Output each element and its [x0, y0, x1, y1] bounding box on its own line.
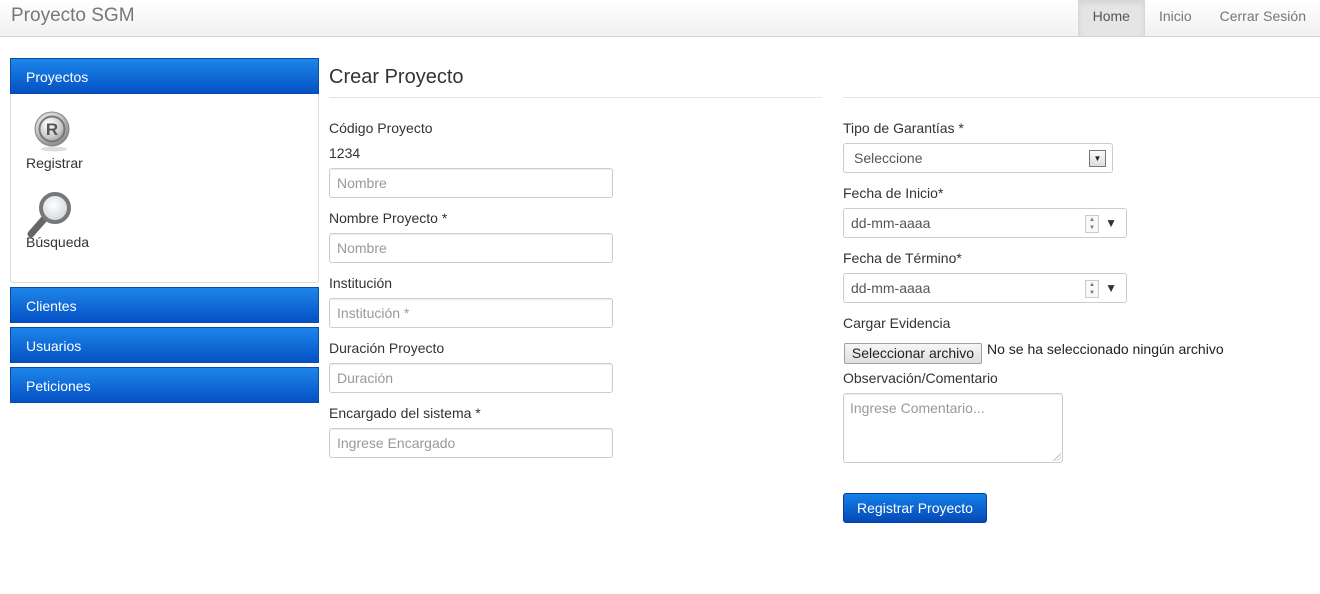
file-status-text: No se ha seleccionado ningún archivo — [987, 341, 1224, 357]
fecha-termino-value: dd-mm-aaaa — [851, 280, 931, 296]
fecha-inicio-label: Fecha de Inicio* — [843, 185, 944, 201]
nav-cerrar-sesion[interactable]: Cerrar Sesión — [1206, 0, 1320, 36]
chevron-down-icon[interactable]: ▼ — [1089, 150, 1106, 167]
nombre-label: Nombre Proyecto * — [329, 210, 448, 226]
nombre-input[interactable] — [329, 233, 613, 263]
date-dropdown-icon[interactable]: ▼ — [1105, 274, 1117, 302]
comentario-placeholder: Ingrese Comentario... — [850, 400, 985, 416]
garantias-select[interactable]: Seleccione ▼ — [843, 143, 1113, 173]
nav-menu: Home Inicio Cerrar Sesión — [1077, 0, 1320, 36]
comentario-textarea[interactable]: Ingrese Comentario... — [843, 393, 1063, 463]
codigo-label: Código Proyecto — [329, 120, 433, 136]
encargado-label: Encargado del sistema * — [329, 405, 481, 421]
fecha-termino-label: Fecha de Término* — [843, 250, 962, 266]
comentario-label: Observación/Comentario — [843, 370, 998, 386]
encargado-input[interactable] — [329, 428, 613, 458]
sidebar-header-proyectos[interactable]: Proyectos — [10, 58, 319, 94]
fecha-termino-input[interactable]: dd-mm-aaaa ▲ ▼ ▼ — [843, 273, 1127, 303]
evidencia-label: Cargar Evidencia — [843, 315, 951, 331]
registrar-proyecto-button[interactable]: Registrar Proyecto — [843, 493, 987, 523]
date-spinner-icon[interactable]: ▲ ▼ — [1085, 280, 1099, 298]
sidebar: Proyectos R Registrar Búsqueda Clientes … — [10, 58, 319, 407]
duracion-label: Duración Proyecto — [329, 340, 445, 356]
fecha-inicio-value: dd-mm-aaaa — [851, 215, 931, 231]
date-spinner-icon[interactable]: ▲ ▼ — [1085, 215, 1099, 233]
nav-home[interactable]: Home — [1077, 0, 1145, 36]
codigo-value: 1234 — [329, 145, 361, 161]
page-title: Crear Proyecto — [329, 66, 464, 88]
date-dropdown-icon[interactable]: ▼ — [1105, 209, 1117, 237]
garantias-label: Tipo de Garantías * — [843, 120, 964, 136]
title-divider-left — [329, 97, 822, 98]
title-divider-right — [843, 97, 1320, 98]
garantias-selected-value: Seleccione — [854, 150, 923, 166]
sidebar-header-peticiones[interactable]: Peticiones — [10, 367, 319, 403]
codigo-nombre-input[interactable] — [329, 168, 613, 198]
sidebar-link-busqueda-label: Búsqueda — [26, 234, 90, 250]
fecha-inicio-input[interactable]: dd-mm-aaaa ▲ ▼ ▼ — [843, 208, 1127, 238]
sidebar-panel-proyectos: R Registrar Búsqueda — [10, 94, 319, 283]
sidebar-link-registrar[interactable]: R Registrar — [26, 108, 83, 171]
file-select-button[interactable]: Seleccionar archivo — [844, 343, 982, 364]
svg-text:R: R — [46, 120, 58, 139]
brand-title[interactable]: Proyecto SGM — [11, 5, 135, 27]
sidebar-link-busqueda[interactable]: Búsqueda — [26, 190, 89, 250]
nav-inicio[interactable]: Inicio — [1145, 0, 1206, 36]
resize-grip-icon[interactable] — [1053, 453, 1061, 461]
sidebar-link-registrar-label: Registrar — [26, 155, 83, 171]
duracion-input[interactable] — [329, 363, 613, 393]
top-navbar: Proyecto SGM Home Inicio Cerrar Sesión — [0, 0, 1320, 37]
institucion-input[interactable] — [329, 298, 613, 328]
institucion-label: Institución — [329, 275, 393, 291]
sidebar-groups: Clientes Usuarios Peticiones — [10, 287, 319, 403]
sidebar-header-usuarios[interactable]: Usuarios — [10, 327, 319, 363]
sidebar-header-clientes[interactable]: Clientes — [10, 287, 319, 323]
registered-icon: R — [34, 111, 70, 152]
